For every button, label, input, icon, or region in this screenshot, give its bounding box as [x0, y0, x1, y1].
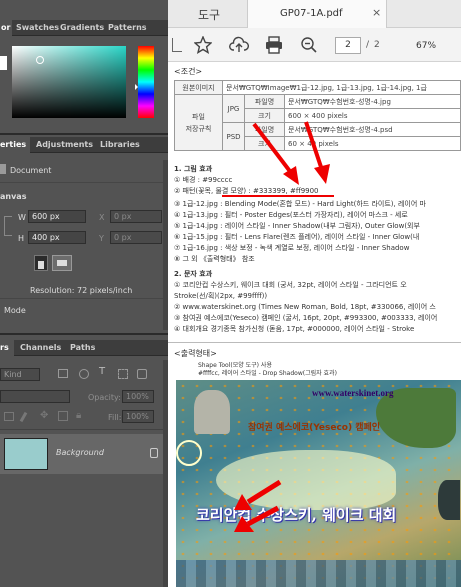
divider [0, 429, 163, 430]
layer-lock-icon [150, 448, 158, 458]
divider [0, 133, 168, 135]
page-total: 2 [374, 40, 380, 50]
opacity-label: Opacity: [88, 393, 121, 402]
red-arrow-3 [246, 479, 282, 505]
x-input[interactable]: 0 px [110, 210, 162, 223]
hue-marker-icon[interactable] [135, 84, 138, 90]
resolution-text: Resolution: 72 pixels/inch [30, 286, 133, 295]
tab-gradients[interactable]: Gradients [60, 20, 104, 36]
red-arrow-1 [252, 122, 294, 176]
width-input[interactable]: 600 px [28, 210, 86, 223]
print-icon[interactable] [264, 36, 284, 54]
document-title: GP07-1A.pdf [280, 8, 343, 19]
viewer-toolbar: 2 / 2 67% [168, 28, 461, 62]
color-panel [0, 36, 168, 134]
photoshop-panels: or Swatches Gradients Patterns erties Ad… [0, 0, 168, 587]
fill-label: Fill: [108, 413, 122, 422]
upload-cloud-icon[interactable] [229, 36, 249, 54]
sidebar-toggle-icon[interactable] [172, 38, 182, 52]
fill-input[interactable]: 100% [122, 410, 154, 423]
red-arrow-1-head [283, 166, 299, 185]
y-input[interactable]: 0 px [110, 231, 162, 244]
mode-label: Mode [4, 306, 26, 315]
height-label: H [18, 234, 25, 243]
red-arrow-2 [304, 121, 324, 171]
filter-smart-object-icon[interactable] [137, 369, 147, 379]
color-picker-ring[interactable] [36, 56, 44, 64]
layer-thumbnail [4, 438, 48, 470]
lock-transparent-icon[interactable] [4, 412, 14, 421]
layers-empty-area [0, 474, 163, 587]
landscape-orientation-icon[interactable] [52, 255, 72, 271]
red-arrow-2-head [314, 164, 330, 184]
filter-pixel-icon[interactable] [58, 369, 68, 378]
page-number-input[interactable]: 2 [335, 37, 361, 54]
zoom-level[interactable]: 67% [416, 38, 456, 54]
tab-patterns[interactable]: Patterns [108, 20, 147, 36]
portrait-orientation-icon[interactable] [34, 255, 48, 271]
tab-paths[interactable]: Paths [70, 340, 95, 356]
canvas-heading: anvas [0, 192, 27, 201]
tab-swatches[interactable]: Swatches [16, 20, 59, 36]
lock-position-icon[interactable]: ✥ [40, 410, 48, 421]
y-label: Y [99, 234, 104, 243]
divider [0, 182, 163, 183]
viewer-tab-bar: 도구 GP07-1A.pdf × [168, 0, 461, 28]
tab-adjustments[interactable]: Adjustments [36, 137, 93, 153]
filter-kind-select[interactable]: Kind [0, 368, 40, 381]
tab-libraries[interactable]: Libraries [100, 137, 140, 153]
tab-channels[interactable]: Channels [20, 340, 61, 356]
layer-row-background[interactable]: Background [0, 434, 163, 474]
document-icon [0, 164, 6, 174]
zoom-out-icon[interactable] [300, 36, 318, 54]
color-field[interactable] [12, 46, 126, 118]
hue-slider[interactable] [135, 46, 154, 118]
link-dimensions-bracket [4, 216, 12, 236]
filter-type-icon[interactable]: T [99, 366, 105, 377]
color-panel-tabs: or Swatches Gradients Patterns [0, 20, 168, 36]
layers-panel-tabs: rs Channels Paths [0, 340, 168, 356]
divider [0, 298, 163, 299]
lock-artboard-icon[interactable] [58, 411, 68, 421]
annotation-arrows [234, 121, 330, 532]
foreground-swatch[interactable] [0, 56, 7, 70]
x-label: X [99, 213, 105, 222]
page-separator: / [366, 40, 370, 50]
filter-adjustment-icon[interactable] [79, 369, 89, 379]
width-label: W [18, 213, 26, 222]
tab-layers[interactable]: rs [0, 340, 14, 356]
document-tab[interactable]: GP07-1A.pdf × [247, 0, 387, 28]
tab-tools[interactable]: 도구 [198, 6, 220, 23]
divider [0, 333, 168, 335]
pdf-viewer: 도구 GP07-1A.pdf × 2 / 2 67% <조건> 원본이미지 문서… [168, 0, 461, 587]
height-input[interactable]: 400 px [28, 231, 86, 244]
red-arrow-4 [246, 505, 280, 527]
lock-all-icon[interactable]: 🔒︎ [76, 410, 81, 421]
tab-color[interactable]: or [0, 20, 12, 36]
properties-panel-tabs: erties Adjustments Libraries [0, 137, 168, 153]
blend-mode-select[interactable] [0, 390, 70, 403]
layer-name: Background [56, 448, 104, 457]
lock-pixels-icon[interactable] [19, 411, 28, 423]
tab-properties[interactable]: erties [0, 137, 30, 153]
bookmark-star-icon[interactable] [194, 36, 212, 54]
document-label: Document [10, 166, 52, 175]
opacity-input[interactable]: 100% [122, 390, 154, 403]
filter-shape-icon[interactable] [118, 369, 128, 379]
close-icon[interactable]: × [372, 6, 381, 19]
